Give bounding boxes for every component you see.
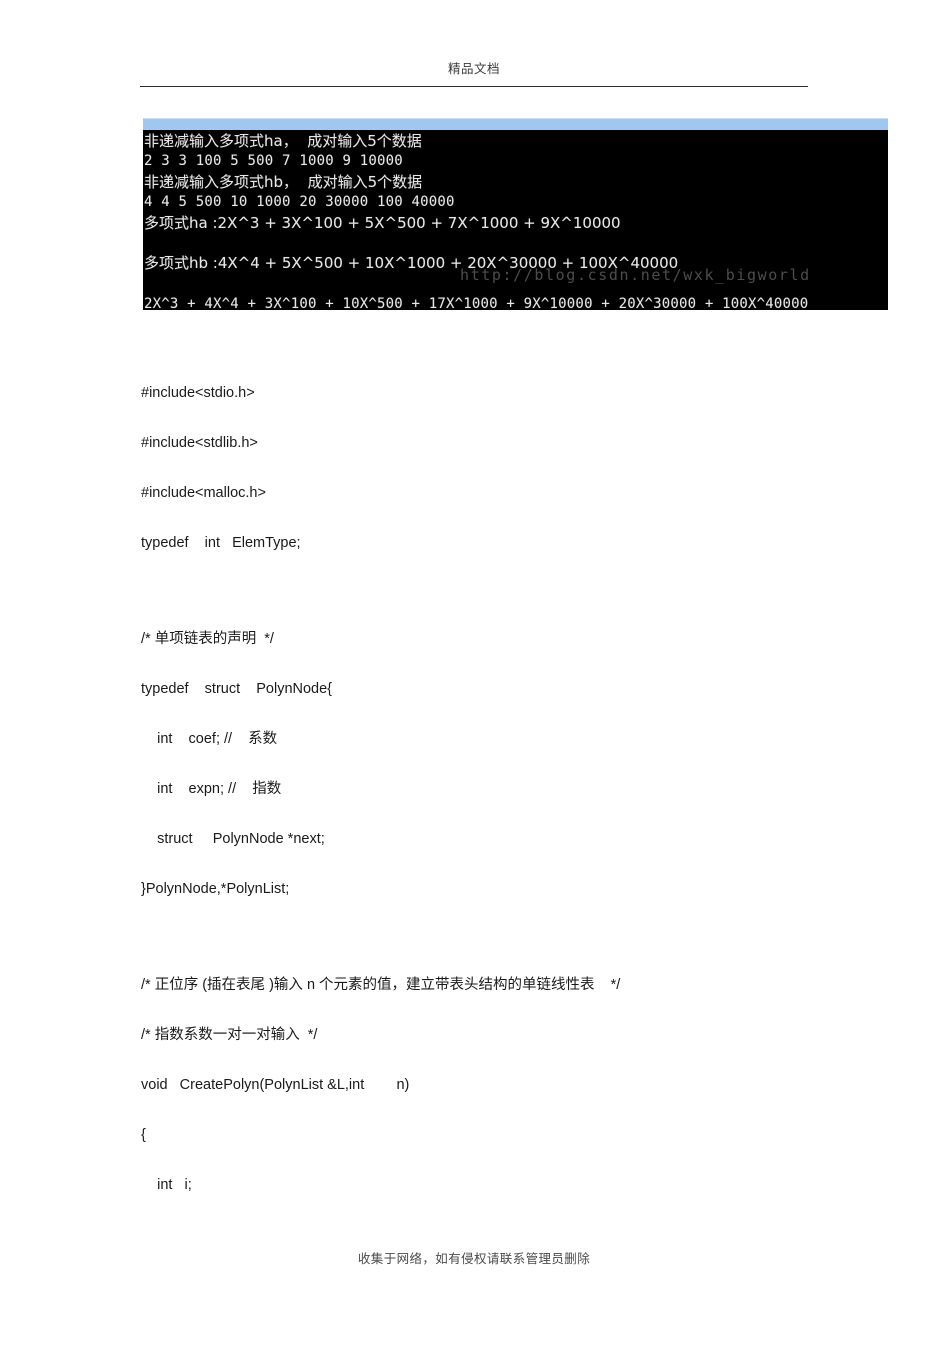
- console-screenshot: 非递减输入多项式ha， 成对输入5个数据 2 3 3 100 5 500 7 1…: [143, 118, 888, 310]
- code-listing: #include<stdio.h> #include<stdlib.h> #in…: [141, 368, 841, 1210]
- console-line: 非递减输入多项式ha， 成对输入5个数据: [144, 132, 422, 150]
- code-line: typedef int ElemType;: [141, 535, 301, 551]
- document-page: { "page": { "header_text": "精品文档", "foot…: [0, 0, 950, 1345]
- console-output: 非递减输入多项式ha， 成对输入5个数据 2 3 3 100 5 500 7 1…: [143, 129, 888, 310]
- code-line: #include<malloc.h>: [141, 485, 266, 501]
- code-line: int expn; // 指数: [141, 781, 282, 797]
- code-line: struct PolynNode *next;: [141, 831, 325, 847]
- console-line: 4 4 5 500 10 1000 20 30000 100 40000: [144, 194, 455, 211]
- code-line: typedef struct PolynNode{: [141, 681, 333, 697]
- code-line: int coef; // 系数: [141, 731, 278, 747]
- page-header: 精品文档: [140, 58, 808, 81]
- console-line: 多项式hb :4X^4 + 5X^500 + 10X^1000 + 20X^30…: [144, 254, 679, 273]
- page-header-title: 精品文档: [447, 62, 500, 76]
- code-comment-line: /* 指数系数一对一对输入 */: [141, 1027, 318, 1043]
- code-comment-line: /* 正位序 (插在表尾 )输入 n 个元素的值，建立带表头结构的单链线性表 *…: [141, 977, 621, 993]
- code-line: int i;: [141, 1177, 192, 1193]
- code-line: }PolynNode,*PolynList;: [141, 881, 290, 897]
- header-divider: [140, 86, 808, 87]
- console-line: 非递减输入多项式hb， 成对输入5个数据: [144, 172, 423, 191]
- console-line: 2 3 3 100 5 500 7 1000 9 10000: [144, 153, 403, 170]
- code-line: #include<stdlib.h>: [141, 435, 258, 451]
- page-footer: 收集于网络，如有侵权请联系管理员删除: [140, 1248, 808, 1268]
- code-line: {: [141, 1127, 146, 1143]
- page-footer-note: 收集于网络，如有侵权请联系管理员删除: [357, 1252, 591, 1266]
- console-line: 2X^3 + 4X^4 + 3X^100 + 10X^500 + 17X^100…: [144, 296, 809, 310]
- code-line: void CreatePolyn(PolynList &L,int n): [141, 1077, 410, 1093]
- code-comment-line: /* 单项链表的声明 */: [141, 631, 274, 647]
- console-line: 多项式ha :2X^3 + 3X^100 + 5X^500 + 7X^1000 …: [144, 213, 621, 232]
- code-line: #include<stdio.h>: [141, 385, 255, 401]
